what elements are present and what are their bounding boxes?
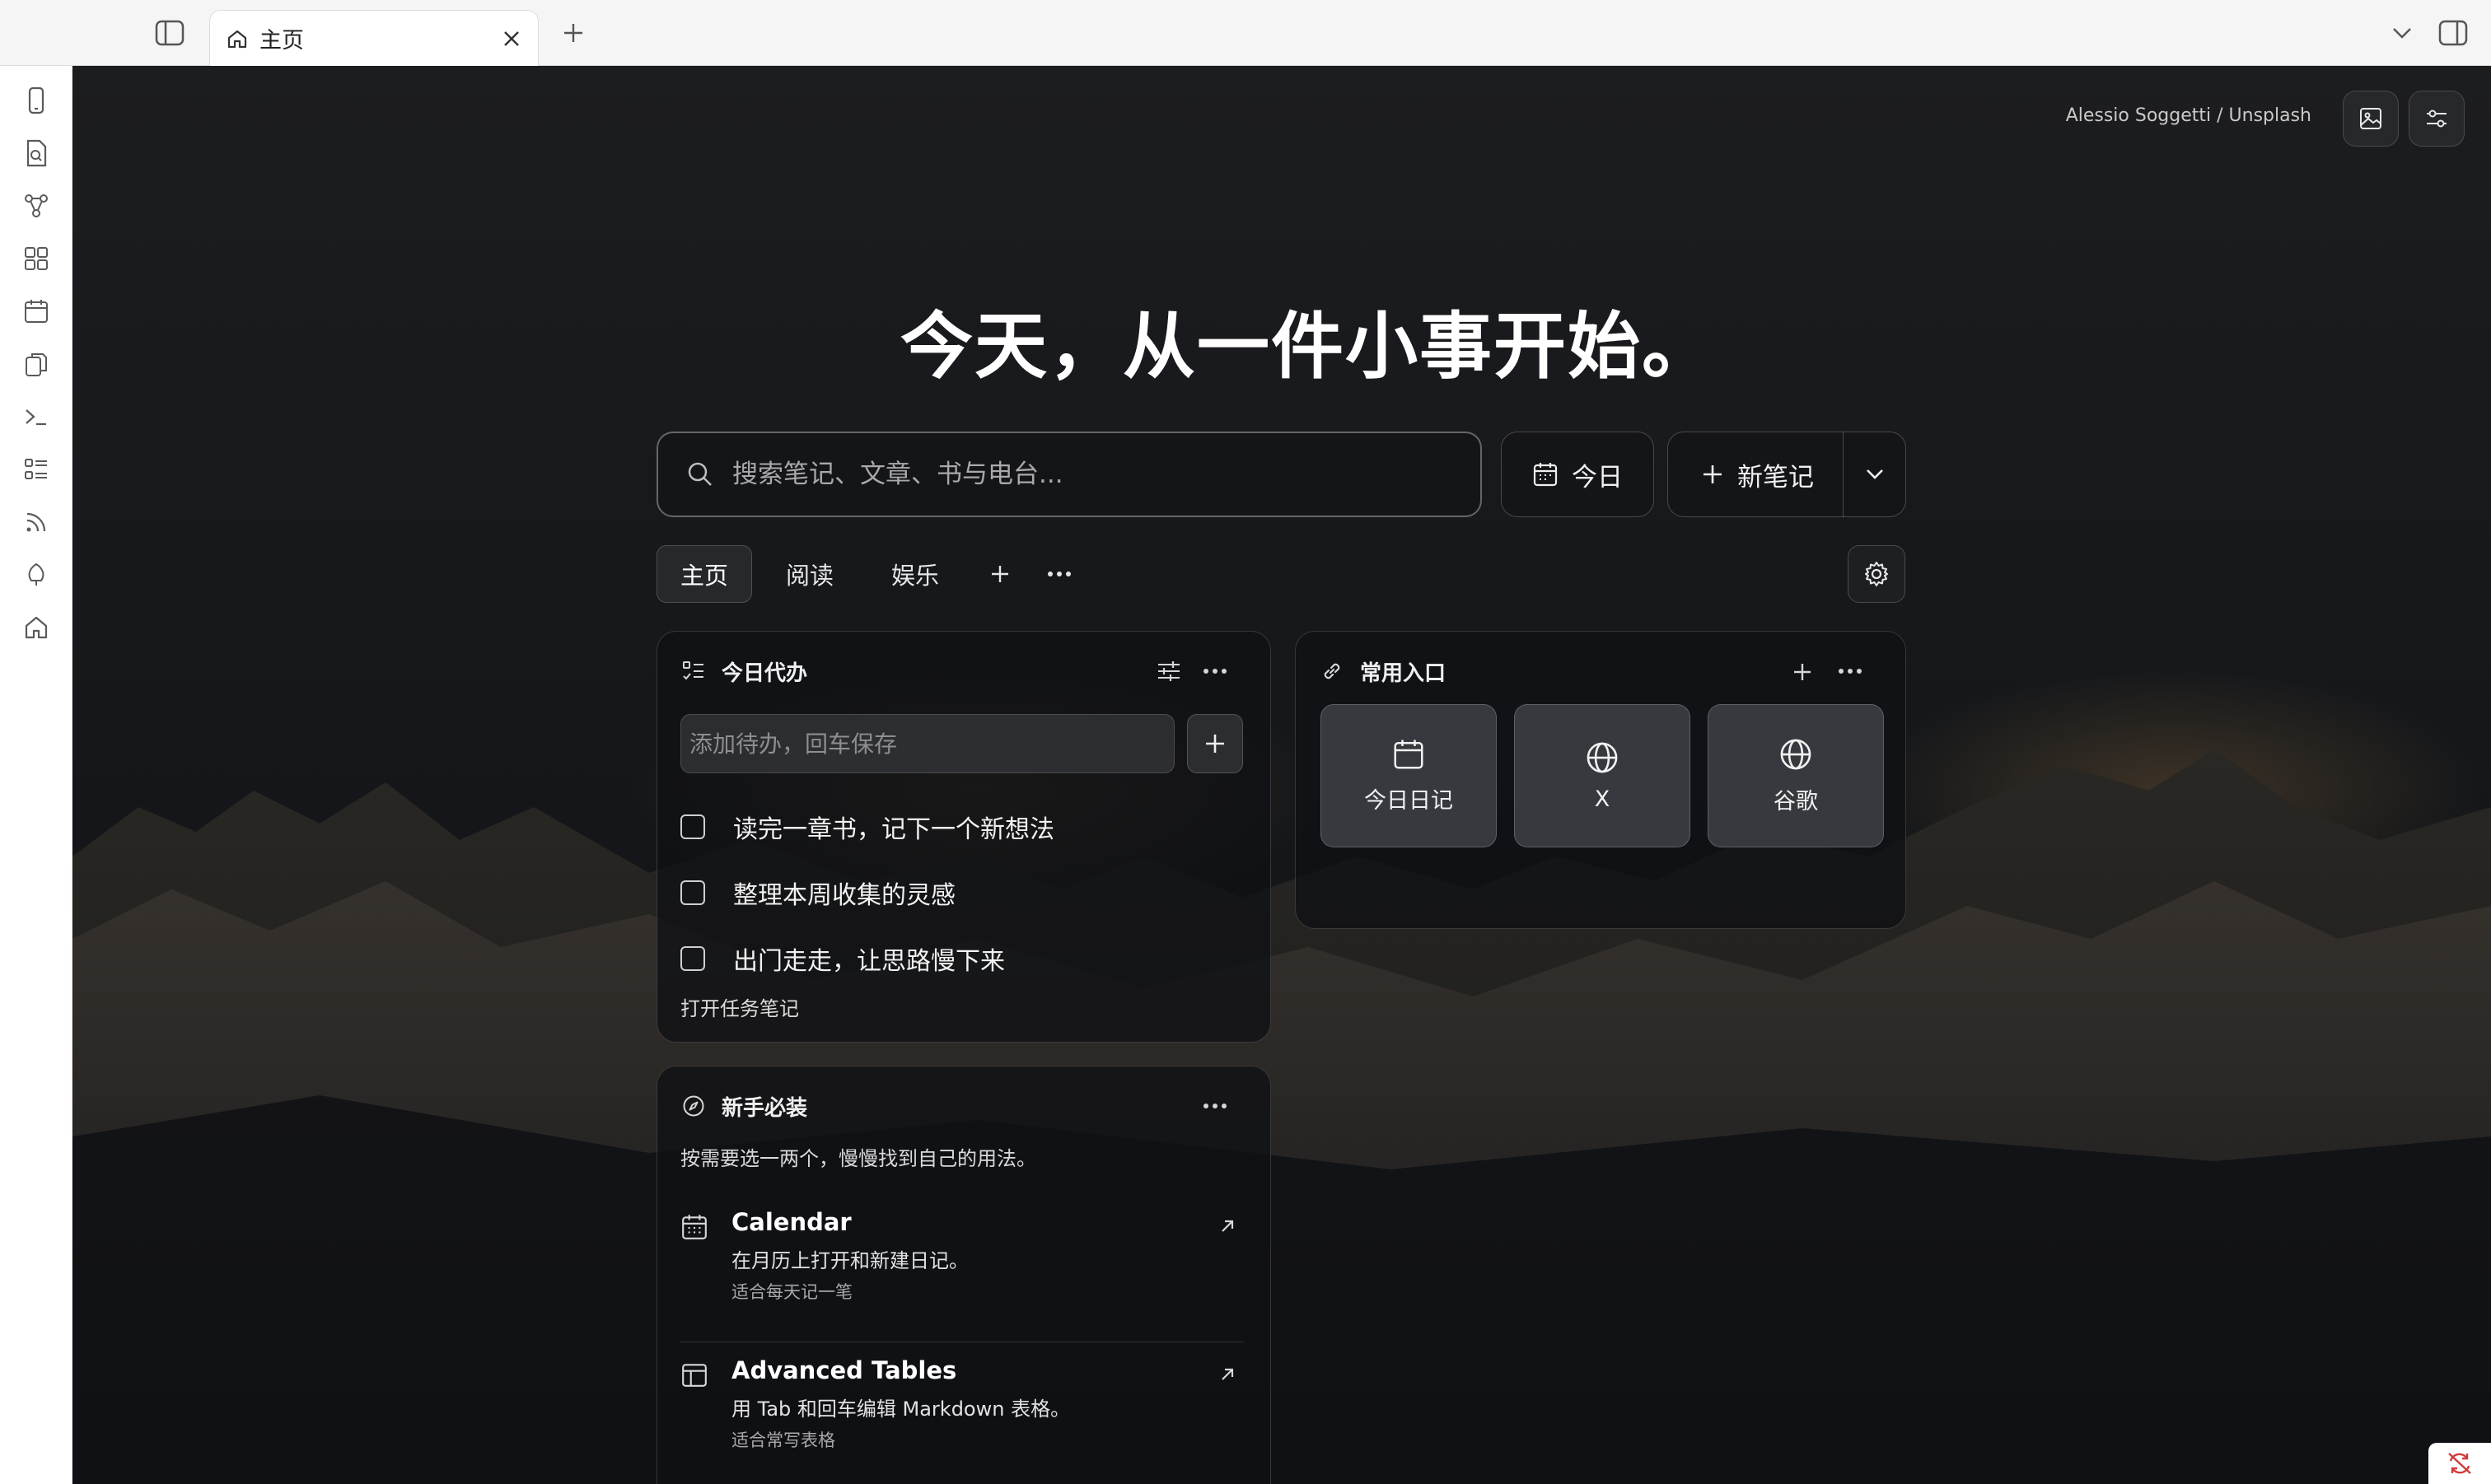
shortcut-tile-x[interactable]: X	[1514, 704, 1690, 847]
right-sidebar-toggle-icon[interactable]	[2437, 18, 2470, 48]
plus-icon	[1701, 463, 1724, 486]
checklist-icon	[682, 660, 705, 683]
tab-title: 主页	[259, 28, 304, 54]
list-icon[interactable]	[20, 453, 53, 486]
calendar-icon	[680, 1213, 708, 1241]
new-tab-button[interactable]	[557, 16, 590, 49]
search-bar[interactable]	[657, 432, 1482, 517]
todo-text: 读完一章书，记下一个新想法	[733, 815, 1054, 844]
todo-text: 整理本周收集的灵感	[733, 881, 956, 910]
tab-entertainment[interactable]: 娱乐	[867, 545, 963, 603]
tab-label: 阅读	[785, 562, 834, 590]
plugin-name: Advanced Tables	[731, 1356, 957, 1384]
file-search-icon[interactable]	[20, 137, 53, 170]
todo-item: 读完一章书，记下一个新想法	[680, 806, 1054, 847]
card-title: 常用入口	[1360, 661, 1446, 686]
add-todo-button[interactable]	[1187, 714, 1243, 773]
more-tabs-icon[interactable]	[1032, 545, 1087, 603]
todo-item: 出门走走，让思路慢下来	[680, 938, 1005, 979]
plugin-description: 用 Tab 和回车编辑 Markdown 表格。	[731, 1398, 1071, 1421]
tab-list-chevron-icon[interactable]	[2386, 18, 2419, 48]
change-background-button[interactable]	[2343, 91, 2399, 147]
todo-checkbox[interactable]	[680, 814, 705, 839]
open-task-note-link[interactable]: 打开任务笔记	[680, 992, 799, 1021]
more-options-icon[interactable]	[1203, 668, 1227, 674]
card-title: 新手必装	[722, 1096, 808, 1121]
graph-icon[interactable]	[20, 189, 53, 222]
todo-input[interactable]	[688, 729, 1166, 758]
tab-home[interactable]: 主页	[209, 10, 539, 66]
today-label: 今日	[1572, 462, 1623, 492]
tab-label: 主页	[680, 562, 728, 590]
home-icon[interactable]	[20, 611, 53, 644]
more-options-icon[interactable]	[1203, 1103, 1227, 1109]
todo-checkbox[interactable]	[680, 880, 705, 905]
shortcuts-card: 常用入口 今日日记 X 谷歌	[1295, 631, 1906, 929]
new-note-label: 新笔记	[1737, 462, 1814, 492]
plugin-item-calendar[interactable]: Calendar 在月历上打开和新建日记。 适合每天记一笔	[657, 1208, 1270, 1340]
sidebar-toggle-icon[interactable]	[153, 18, 186, 48]
globe-icon	[1585, 740, 1619, 775]
chevron-down-icon	[1864, 467, 1886, 482]
settings-gear-icon[interactable]	[1848, 545, 1905, 603]
add-tab-button[interactable]	[973, 545, 1027, 603]
filter-sliders-icon[interactable]	[1157, 660, 1181, 683]
close-icon[interactable]	[500, 27, 523, 50]
card-title: 今日代办	[722, 661, 808, 686]
tile-label: 谷歌	[1774, 788, 1818, 814]
tab-label: 娱乐	[890, 562, 939, 590]
background-image	[72, 659, 2491, 1484]
plugin-note: 适合常写表格	[731, 1430, 835, 1450]
shortcut-tile-google[interactable]: 谷歌	[1708, 704, 1884, 847]
external-link-arrow-icon[interactable]	[1217, 1216, 1237, 1236]
home-icon	[227, 28, 248, 49]
sync-off-icon[interactable]	[2428, 1443, 2491, 1484]
tab-reading[interactable]: 阅读	[762, 545, 858, 603]
page-title: 今天，从一件小事开始。	[900, 304, 1716, 389]
calendar-icon[interactable]	[20, 295, 53, 328]
rss-icon[interactable]	[20, 506, 53, 539]
calendar-icon	[1532, 461, 1559, 488]
new-note-menu-button[interactable]	[1844, 432, 1906, 517]
sliders-icon[interactable]	[2409, 91, 2465, 147]
search-icon	[686, 460, 714, 488]
terminal-icon[interactable]	[20, 400, 53, 433]
plugin-note: 适合每天记一笔	[731, 1282, 853, 1302]
shortcut-tile-diary[interactable]: 今日日记	[1320, 704, 1497, 847]
todo-input-wrapper	[680, 714, 1175, 773]
leaf-icon[interactable]	[20, 558, 53, 591]
table-icon	[680, 1361, 708, 1389]
phone-icon[interactable]	[20, 84, 53, 117]
todo-text: 出门走走，让思路慢下来	[733, 947, 1005, 976]
tab-home[interactable]: 主页	[657, 545, 752, 603]
ribbon	[0, 66, 72, 1484]
today-button[interactable]: 今日	[1501, 432, 1654, 517]
home-view: Alessio Soggetti / Unsplash 今天，从一件小事开始。 …	[72, 66, 2491, 1484]
title-bar: 主页	[0, 0, 2491, 66]
todo-checkbox[interactable]	[680, 946, 705, 971]
tile-label: X	[1594, 786, 1610, 812]
card-subtitle: 按需要选一两个，慢慢找到自己的用法。	[680, 1147, 1036, 1170]
add-shortcut-icon[interactable]	[1792, 661, 1813, 683]
calendar-icon	[1392, 738, 1425, 771]
external-link-arrow-icon[interactable]	[1217, 1365, 1237, 1384]
plugin-name: Calendar	[731, 1208, 852, 1236]
files-icon[interactable]	[20, 348, 53, 380]
grid-icon[interactable]	[20, 242, 53, 275]
image-credit[interactable]: Alessio Soggetti / Unsplash	[2066, 105, 2311, 126]
todo-card: 今日代办 读完一章书，记下一个新想法 整理本周收集的灵感 出门走走，让思路慢下来…	[657, 631, 1271, 1043]
link-icon	[1320, 660, 1344, 683]
plugin-description: 在月历上打开和新建日记。	[731, 1249, 969, 1272]
plugin-item-advanced-tables[interactable]: Advanced Tables 用 Tab 和回车编辑 Markdown 表格。…	[657, 1356, 1270, 1484]
todo-item: 整理本周收集的灵感	[680, 872, 956, 913]
tile-label: 今日日记	[1364, 787, 1453, 814]
search-input[interactable]	[731, 459, 1456, 490]
starter-plugins-card: 新手必装 按需要选一两个，慢慢找到自己的用法。 Calendar 在月历上打开和…	[657, 1066, 1271, 1484]
compass-icon	[682, 1094, 705, 1118]
globe-icon	[1778, 737, 1813, 772]
more-options-icon[interactable]	[1838, 668, 1862, 674]
